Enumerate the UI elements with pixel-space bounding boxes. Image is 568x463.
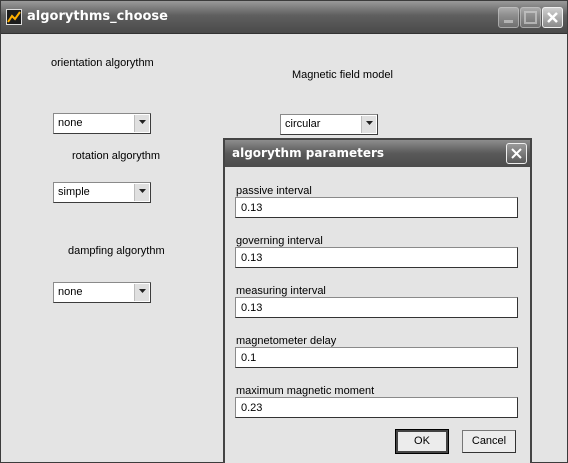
close-button[interactable] — [542, 7, 563, 28]
damping-value: none — [58, 286, 83, 298]
magnetic-field-select[interactable]: circular — [280, 114, 378, 135]
close-icon — [511, 148, 522, 159]
magnetometer-delay-value: 0.1 — [241, 352, 257, 364]
minimize-button[interactable] — [498, 7, 519, 28]
rotation-label: rotation algorythm — [72, 150, 161, 162]
magnetometer-delay-input[interactable]: 0.1 — [235, 347, 518, 368]
passive-interval-value: 0.13 — [241, 202, 263, 214]
magnetic-field-label: Magnetic field model — [292, 69, 393, 81]
main-window: algorythms_choose orientation algorythm … — [0, 0, 568, 463]
measuring-interval-label: measuring interval — [236, 285, 326, 297]
magnetometer-delay-label: magnetometer delay — [236, 335, 337, 347]
matlab-figure-icon[interactable] — [6, 9, 22, 25]
window-title: algorythms_choose — [27, 9, 168, 24]
max-magnetic-moment-input[interactable]: 0.23 — [235, 397, 518, 418]
rotation-select[interactable]: simple — [53, 182, 151, 203]
chevron-down-icon[interactable] — [134, 184, 149, 201]
measuring-interval-value: 0.13 — [241, 302, 263, 314]
dialog-titlebar[interactable]: algorythm parameters — [225, 140, 530, 167]
chevron-down-icon[interactable] — [361, 116, 376, 133]
passive-interval-input[interactable]: 0.13 — [235, 197, 518, 218]
max-magnetic-moment-label: maximum magnetic moment — [236, 385, 375, 397]
orientation-select[interactable]: none — [53, 113, 151, 134]
max-magnetic-moment-value: 0.23 — [241, 402, 263, 414]
rotation-value: simple — [58, 186, 90, 198]
parameters-dialog: algorythm parameters passive interval 0.… — [223, 138, 532, 463]
maximize-icon — [524, 11, 537, 24]
magnetic-field-value: circular — [285, 118, 321, 130]
damping-select[interactable]: none — [53, 282, 151, 303]
orientation-value: none — [58, 117, 83, 129]
minimize-icon — [504, 20, 513, 23]
orientation-label: orientation algorythm — [51, 57, 154, 69]
window-titlebar[interactable]: algorythms_choose — [1, 1, 567, 34]
governing-interval-value: 0.13 — [241, 252, 263, 264]
governing-interval-input[interactable]: 0.13 — [235, 247, 518, 268]
close-icon — [547, 12, 558, 23]
ok-button[interactable]: OK — [395, 429, 449, 454]
cancel-button[interactable]: Cancel — [462, 430, 516, 453]
dialog-title: algorythm parameters — [232, 146, 385, 160]
dialog-close-button[interactable] — [506, 143, 527, 164]
measuring-interval-input[interactable]: 0.13 — [235, 297, 518, 318]
maximize-button[interactable] — [520, 7, 541, 28]
damping-label: dampfing algorythm — [68, 245, 165, 257]
governing-interval-label: governing interval — [236, 235, 323, 247]
chevron-down-icon[interactable] — [134, 284, 149, 301]
chevron-down-icon[interactable] — [134, 115, 149, 132]
passive-interval-label: passive interval — [236, 185, 312, 197]
